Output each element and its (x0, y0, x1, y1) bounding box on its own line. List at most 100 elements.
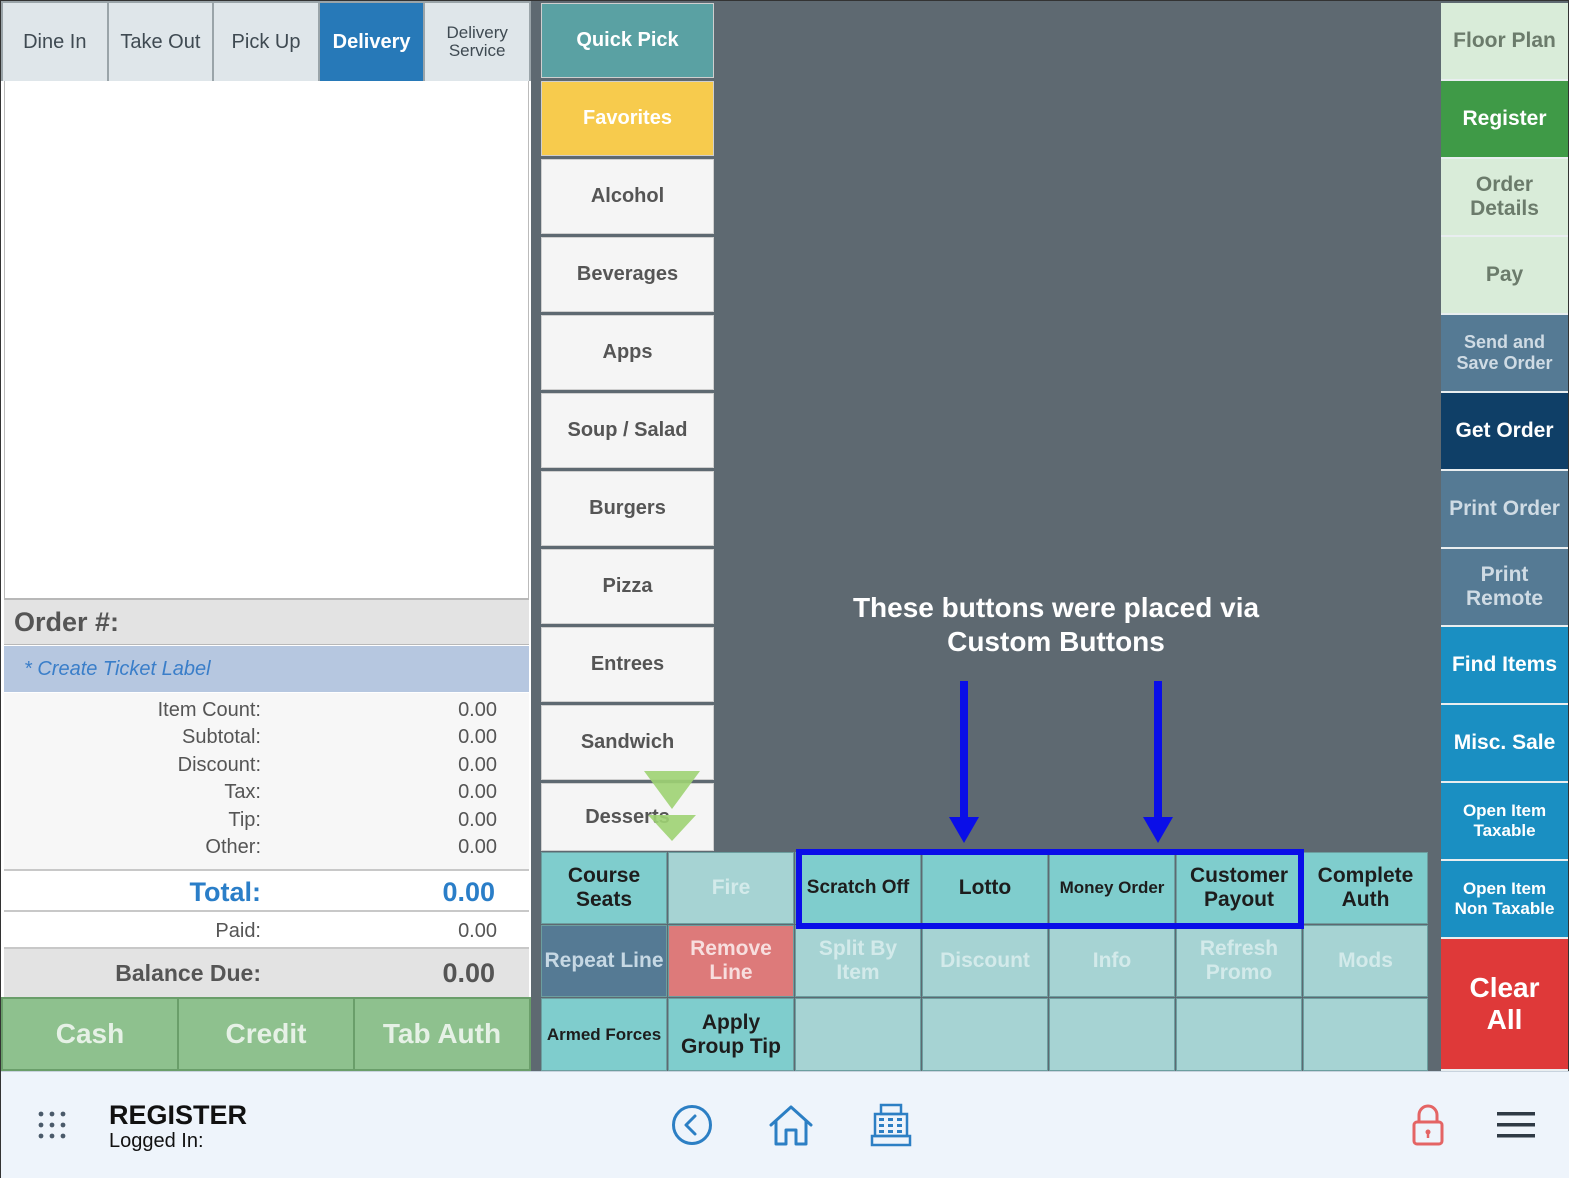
order-number-header: Order #: (4, 598, 529, 645)
discount-button[interactable]: Discount (922, 925, 1048, 997)
ticket-label-text: * Create Ticket Label (24, 657, 211, 680)
discount-label: Discount: (177, 754, 261, 776)
money-order-button[interactable]: Money Order (1049, 852, 1175, 924)
lotto-button[interactable]: Lotto (922, 852, 1048, 924)
floor-plan-button[interactable]: Floor Plan (1441, 3, 1568, 81)
hamburger-menu-icon[interactable] (1497, 1110, 1535, 1140)
tip-row: Tip: 0.00 (4, 805, 529, 832)
paid-row: Paid: 0.00 (4, 912, 529, 949)
balance-due-value: 0.00 (442, 958, 495, 988)
category-pizza[interactable]: Pizza (541, 549, 714, 624)
other-row: Other: 0.00 (4, 832, 529, 859)
info-button[interactable]: Info (1049, 925, 1175, 997)
other-value: 0.00 (458, 836, 497, 858)
get-order-button[interactable]: Get Order (1441, 393, 1568, 471)
annotation-text: These buttons were placed via Custom But… (852, 592, 1260, 657)
category-burgers[interactable]: Burgers (541, 471, 714, 546)
empty-slot-button[interactable] (922, 998, 1048, 1071)
arrow-down-icon (949, 817, 979, 843)
course-seats-button[interactable]: Course Seats (541, 852, 667, 924)
subtotal-value: 0.00 (458, 726, 497, 748)
find-items-button[interactable]: Find Items (1441, 627, 1568, 705)
tab-take-out[interactable]: Take Out (108, 3, 213, 81)
order-items-list[interactable] (4, 81, 529, 598)
subtotal-row: Subtotal: 0.00 (4, 722, 529, 749)
total-value: 0.00 (442, 877, 495, 907)
fire-button[interactable]: Fire (668, 852, 794, 924)
tax-label: Tax: (224, 781, 261, 803)
cash-button[interactable]: Cash (3, 999, 177, 1069)
item-count-value: 0.00 (458, 699, 497, 721)
discount-row: Discount: 0.00 (4, 750, 529, 777)
subtotal-label: Subtotal: (182, 726, 261, 748)
discount-value: 0.00 (458, 754, 497, 776)
category-quick-pick[interactable]: Quick Pick (541, 3, 714, 78)
total-row: Total: 0.00 (4, 869, 529, 912)
apply-group-tip-button[interactable]: Apply Group Tip (668, 998, 794, 1071)
other-label: Other: (205, 836, 261, 858)
customer-payout-button[interactable]: Customer Payout (1176, 852, 1302, 924)
tab-delivery[interactable]: Delivery (319, 3, 424, 81)
category-entrees[interactable]: Entrees (541, 627, 714, 702)
tab-auth-button[interactable]: Tab Auth (355, 999, 529, 1069)
balance-due-label: Balance Due: (115, 960, 261, 986)
category-alcohol[interactable]: Alcohol (541, 159, 714, 234)
empty-slot-button[interactable] (1176, 998, 1302, 1071)
tab-dine-in[interactable]: Dine In (3, 3, 107, 81)
paid-value: 0.00 (458, 920, 497, 942)
total-label: Total: (189, 877, 261, 907)
scratch-off-button[interactable]: Scratch Off (795, 852, 921, 924)
tax-value: 0.00 (458, 781, 497, 803)
back-circle-icon[interactable] (671, 1104, 713, 1146)
order-number-label: Order #: (14, 606, 120, 637)
item-count-label: Item Count: (157, 699, 261, 721)
scroll-down-icon[interactable] (644, 769, 704, 844)
remove-line-button[interactable]: Remove Line (668, 925, 794, 997)
register-button[interactable]: Register (1441, 81, 1568, 159)
order-type-tabs: Dine In Take Out Pick Up Delivery Delive… (1, 1, 531, 81)
bottom-bar: REGISTER Logged In: (1, 1071, 1569, 1178)
refresh-promo-button[interactable]: Refresh Promo (1176, 925, 1302, 997)
category-soup-salad[interactable]: Soup / Salad (541, 393, 714, 468)
balance-due-row: Balance Due: 0.00 (4, 949, 529, 997)
tip-value: 0.00 (458, 809, 497, 831)
clear-all-button[interactable]: Clear All (1441, 939, 1568, 1071)
item-count-row: Item Count: 0.00 (4, 695, 529, 722)
pay-button[interactable]: Pay (1441, 237, 1568, 315)
payment-buttons: Cash Credit Tab Auth (1, 997, 531, 1071)
home-icon[interactable] (768, 1104, 814, 1146)
lock-icon[interactable] (1411, 1104, 1445, 1146)
category-beverages[interactable]: Beverages (541, 237, 714, 312)
cash-register-icon[interactable] (869, 1102, 913, 1148)
empty-slot-button[interactable] (1049, 998, 1175, 1071)
open-item-taxable-button[interactable]: Open Item Taxable (1441, 783, 1568, 861)
tab-pick-up[interactable]: Pick Up (214, 3, 318, 81)
action-button-grid: Course Seats Fire Scratch Off Lotto Mone… (541, 852, 1428, 1071)
order-details-button[interactable]: Order Details (1441, 159, 1568, 237)
tax-row: Tax: 0.00 (4, 777, 529, 804)
apps-grid-icon[interactable] (37, 1110, 67, 1140)
create-ticket-label-button[interactable]: * Create Ticket Label (4, 646, 529, 692)
print-remote-button[interactable]: Print Remote (1441, 549, 1568, 627)
mods-button[interactable]: Mods (1303, 925, 1428, 997)
send-and-save-order-button[interactable]: Send and Save Order (1441, 315, 1568, 393)
order-panel: Dine In Take Out Pick Up Delivery Delive… (1, 1, 531, 1071)
function-button-column: Floor Plan Register Order Details Pay Se… (1441, 3, 1568, 1071)
empty-slot-button[interactable] (1303, 998, 1428, 1071)
repeat-line-button[interactable]: Repeat Line (541, 925, 667, 997)
misc-sale-button[interactable]: Misc. Sale (1441, 705, 1568, 783)
pos-register-screen: Dine In Take Out Pick Up Delivery Delive… (0, 0, 1569, 1178)
tip-label: Tip: (228, 809, 261, 831)
category-apps[interactable]: Apps (541, 315, 714, 390)
arrow-down-icon (1143, 817, 1173, 843)
empty-slot-button[interactable] (795, 998, 921, 1071)
credit-button[interactable]: Credit (179, 999, 353, 1069)
order-totals: Item Count: 0.00 Subtotal: 0.00 Discount… (4, 693, 529, 869)
split-by-item-button[interactable]: Split By Item (795, 925, 921, 997)
open-item-non-taxable-button[interactable]: Open Item Non Taxable (1441, 861, 1568, 939)
print-order-button[interactable]: Print Order (1441, 471, 1568, 549)
armed-forces-button[interactable]: Armed Forces (541, 998, 667, 1071)
category-favorites[interactable]: Favorites (541, 81, 714, 156)
complete-auth-button[interactable]: Complete Auth (1303, 852, 1428, 924)
tab-delivery-service[interactable]: Delivery Service (425, 3, 529, 81)
